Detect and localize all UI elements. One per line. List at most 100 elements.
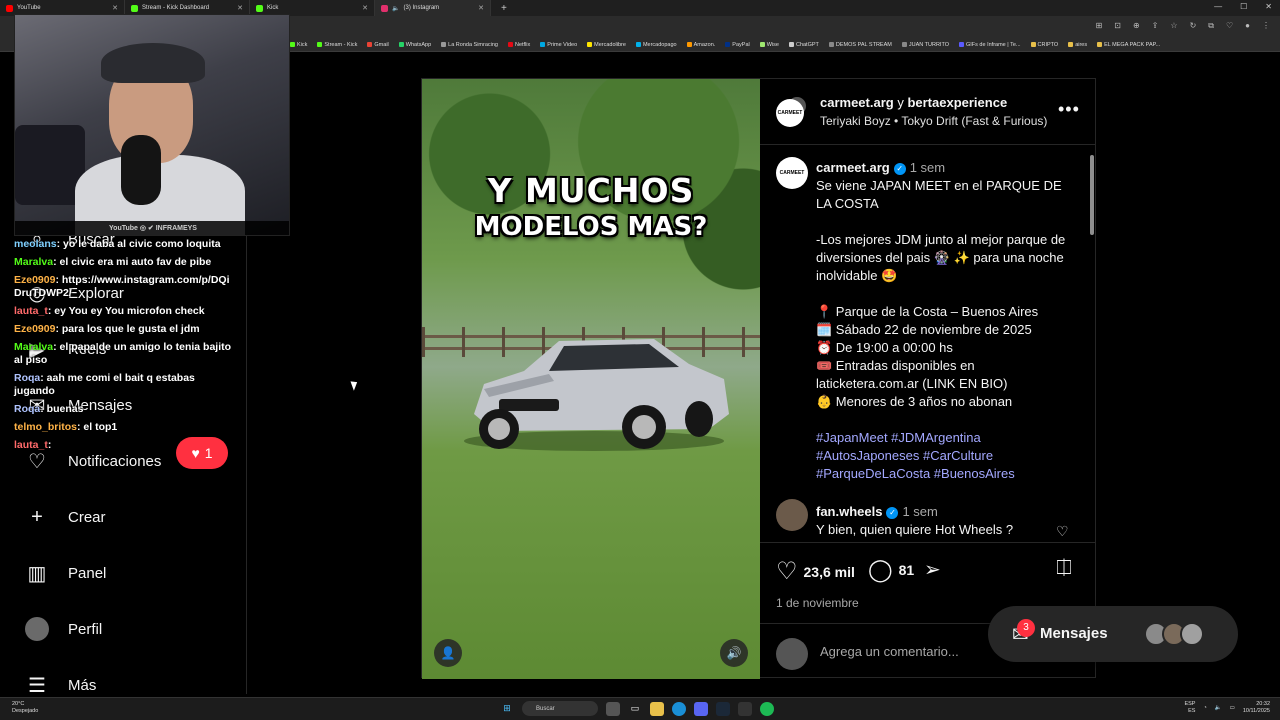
post-date: 1 de noviembre <box>776 596 859 610</box>
comment-input[interactable]: Agrega un comentario... <box>820 644 959 659</box>
battery-icon[interactable]: ▭ <box>1230 705 1235 711</box>
tab-instagram[interactable]: 🔈 (3) Instagram ✕ <box>375 0 491 16</box>
windows-start-icon[interactable]: ⊞ <box>500 702 514 716</box>
bookmark-item[interactable]: Mercadopago <box>635 42 677 48</box>
chat-username: Maralva <box>14 341 54 353</box>
caption-author[interactable]: carmeet.arg <box>816 160 890 175</box>
window-controls: — ☐ ✕ <box>1214 2 1272 11</box>
chat-message: meolans: yo le daba al civic como loquit… <box>14 238 236 251</box>
discord-icon[interactable] <box>694 701 708 716</box>
maximize-icon[interactable]: ☐ <box>1240 2 1247 11</box>
bookmark-item[interactable]: Kick <box>290 42 307 48</box>
like-button[interactable]: ♡ 23,6 mil <box>776 557 855 586</box>
edge-icon[interactable] <box>672 701 686 716</box>
weather-desc: Despejado <box>12 708 39 714</box>
bookmark-label: Wise <box>766 41 779 48</box>
bookmark-item[interactable]: Gmail <box>367 42 389 48</box>
comment-button[interactable]: ◯ 81 <box>868 557 914 583</box>
taskbar-search[interactable]: Buscar <box>522 701 598 716</box>
collab-author-link[interactable]: bertaexperience <box>907 95 1007 110</box>
spotify-icon[interactable] <box>760 701 774 716</box>
volume-tray-icon[interactable]: 🔈 <box>1215 705 1222 711</box>
bookmark-item[interactable]: Netflix <box>508 42 530 48</box>
favorites-icon[interactable]: ♡ <box>1226 21 1233 31</box>
bookmark-item[interactable]: Amazon. <box>686 42 715 48</box>
comments-scrollbar[interactable] <box>1090 155 1094 235</box>
comment-author[interactable]: fan.wheels <box>816 504 882 519</box>
bookmark-item[interactable]: Wise <box>759 41 779 48</box>
post-header: CARMEET carmeet.arg y bertaexperience Te… <box>760 79 1096 145</box>
bookmark-favicon-icon <box>540 42 546 47</box>
clock[interactable]: 20:32 10/11/2025 <box>1243 701 1270 715</box>
close-window-icon[interactable]: ✕ <box>1265 2 1272 11</box>
bookmark-item[interactable]: WhatsApp <box>398 42 431 48</box>
contact-avatar <box>1180 622 1204 646</box>
messages-label: Mensajes <box>1040 625 1108 642</box>
apps-icon[interactable]: ⊞ <box>1096 21 1103 31</box>
comment-like-icon[interactable]: ♡ <box>1056 523 1069 540</box>
sidebar-item-perfil[interactable]: Perfil <box>24 616 102 642</box>
sidebar-item-label: Panel <box>68 564 107 582</box>
bookmark-item[interactable]: Stream - Kick <box>317 42 357 48</box>
bookmark-item[interactable]: La Ronda Simracing <box>441 42 498 48</box>
extensions-icon[interactable]: ⧉ <box>1208 21 1214 31</box>
steam-icon[interactable] <box>716 701 730 716</box>
bookmark-item[interactable]: ChatGPT <box>788 42 819 48</box>
volume-icon[interactable]: 🔊 <box>720 639 748 667</box>
close-tab-icon[interactable]: ✕ <box>237 4 243 12</box>
widgets-icon[interactable] <box>606 701 620 716</box>
author-avatar[interactable]: CARMEET <box>776 99 804 127</box>
sidebar-item-crear[interactable]: + Crear <box>24 504 105 530</box>
caption-author-avatar[interactable]: CARMEET <box>776 157 808 189</box>
bookmark-item[interactable]: DEMOS PAL STREAM <box>828 42 892 48</box>
webcam-person-cap <box>101 43 205 83</box>
share-button[interactable]: ➢ <box>924 557 941 582</box>
headline-line-2: MODELOS MAS? <box>474 212 708 242</box>
language-indicator[interactable]: ESP ES <box>1184 701 1195 715</box>
close-tab-icon[interactable]: ✕ <box>362 4 368 12</box>
post-caption: carmeet.arg ✓ 1 sem Se viene JAPAN MEET en… <box>816 159 1080 483</box>
bookmark-item[interactable]: Mercadolibre <box>587 42 626 48</box>
bookmark-label: Mercadolibre <box>594 41 626 48</box>
obs-icon[interactable] <box>738 701 752 716</box>
sidebar-item-mas[interactable]: ☰ Más <box>24 672 96 698</box>
windows-taskbar: 20°C Despejado ⊞ Buscar ▭ ESP ES ◔ 🔈 ▭ 20:… <box>0 697 1280 720</box>
close-tab-icon[interactable]: ✕ <box>478 4 484 12</box>
bookmark-item[interactable]: Prime Video <box>540 42 577 48</box>
task-view-icon[interactable]: ▭ <box>628 702 642 716</box>
bookmark-item[interactable]: EL MEGA PACK PAP... <box>1097 42 1160 48</box>
menu-icon: ☰ <box>28 674 46 697</box>
bookmark-item[interactable]: PayPal <box>725 42 750 48</box>
minimize-icon[interactable]: — <box>1214 2 1222 11</box>
bookmark-item[interactable]: CRIPTO <box>1030 42 1058 48</box>
share-icon[interactable]: ⇪ <box>1152 21 1159 31</box>
post-modal: Y MUCHOS MODELOS MAS? 👤 🔊 CARMEET carmee… <box>421 78 1096 679</box>
caption-hashtags[interactable]: #JapanMeet #JDMArgentina #AutosJaponeses… <box>816 429 1080 483</box>
audio-track-link[interactable]: Teriyaki Boyz • Tokyo Drift (Fast & Furi… <box>820 114 1047 128</box>
save-button[interactable]: ⎅ <box>1056 557 1072 580</box>
profile-icon[interactable]: ● <box>1245 21 1250 31</box>
bookmark-star-icon[interactable]: ☆ <box>1170 21 1177 31</box>
zoom-icon[interactable]: ⊕ <box>1133 21 1140 31</box>
wifi-icon[interactable]: ◔ <box>1203 705 1206 711</box>
translate-icon[interactable]: ⊡ <box>1114 21 1121 31</box>
lang-layout: ES <box>1188 708 1196 714</box>
bookmark-item[interactable]: GIFs de Inframe | Te... <box>958 42 1021 48</box>
menu-dots-icon[interactable]: ⋮ <box>1262 21 1270 31</box>
caption-text: Se viene JAPAN MEET en el PARQUE DE LA C… <box>816 178 1066 409</box>
author-link[interactable]: carmeet.arg <box>820 95 894 110</box>
bookmark-item[interactable]: aires <box>1068 42 1087 48</box>
weather-widget[interactable]: 20°C Despejado <box>12 701 38 715</box>
file-explorer-icon[interactable] <box>650 701 664 716</box>
heart-icon: ♡ <box>776 558 798 585</box>
more-options-icon[interactable]: ••• <box>1058 99 1080 120</box>
close-tab-icon[interactable]: ✕ <box>112 4 118 12</box>
new-tab-button[interactable]: + <box>501 3 507 14</box>
refresh-icon[interactable]: ↻ <box>1190 21 1197 31</box>
commenter-avatar[interactable] <box>776 499 808 531</box>
sidebar-item-panel[interactable]: ▥ Panel <box>24 560 107 586</box>
post-media[interactable]: Y MUCHOS MODELOS MAS? 👤 🔊 <box>422 79 760 679</box>
bookmark-item[interactable]: JUAN TURRITO <box>901 42 949 48</box>
bookmark-label: La Ronda Simracing <box>448 41 498 48</box>
tagged-user-icon[interactable]: 👤 <box>434 639 462 667</box>
